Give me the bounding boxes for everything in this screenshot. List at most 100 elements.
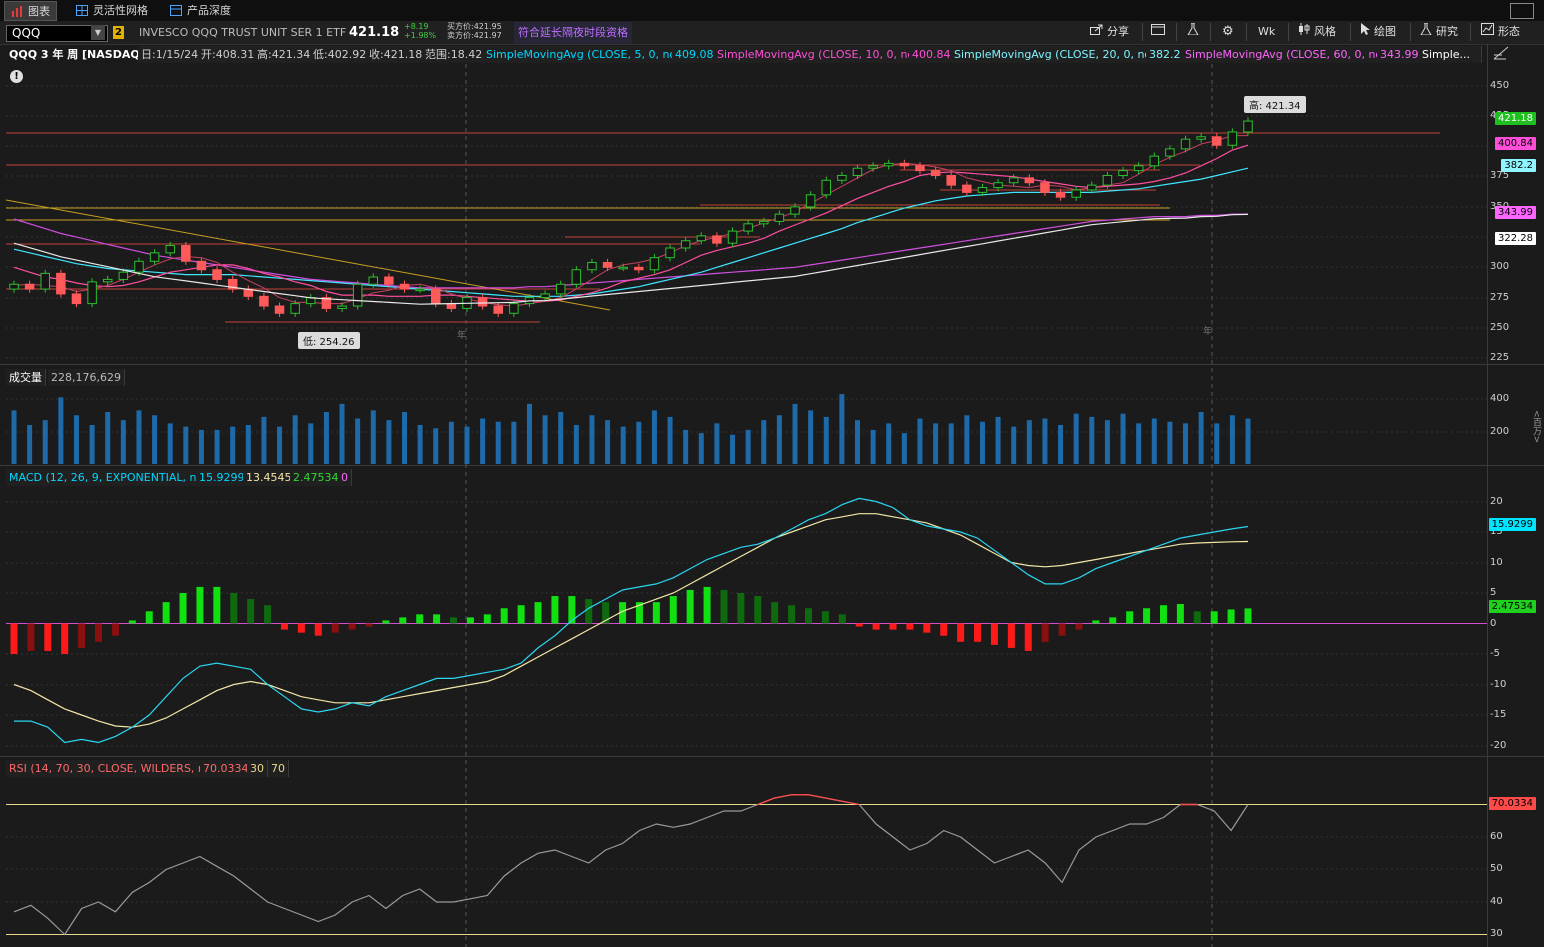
volume-bar	[58, 397, 64, 464]
volume-bar	[1089, 416, 1095, 464]
macd-histogram-bar	[771, 602, 779, 624]
candle-body	[134, 260, 144, 273]
volume-bar	[979, 421, 985, 464]
candle-body	[1212, 136, 1222, 146]
volume-bar	[417, 425, 423, 464]
macd-histogram-bar	[1193, 611, 1201, 624]
volume-bar	[1026, 420, 1032, 464]
candle-body	[962, 184, 972, 193]
rsi-axis-label: 60	[1490, 831, 1503, 842]
macd-histogram-bar	[247, 599, 255, 624]
macd-histogram-bar	[95, 623, 103, 642]
macd-histogram-bar	[162, 602, 170, 624]
macd-histogram-bar	[196, 586, 204, 624]
volume-bar	[839, 394, 845, 464]
macd-histogram-bar	[1126, 611, 1134, 624]
macd-histogram-bar	[788, 605, 796, 624]
candle-body	[9, 283, 19, 290]
volume-bar	[105, 412, 111, 464]
tag-value: 382.2	[1504, 160, 1533, 171]
price-axis-label: 450	[1490, 80, 1510, 91]
candle-body	[977, 187, 988, 193]
volume-bar	[886, 423, 892, 464]
rsi-oversold: 30	[247, 760, 268, 777]
sma20-tag: 382.2	[1501, 159, 1536, 172]
candle-body	[352, 283, 363, 307]
last-price-tag: 421.18	[1495, 112, 1536, 125]
candle-body	[680, 240, 691, 249]
candle-body	[571, 269, 582, 285]
volume-bar	[464, 426, 470, 464]
volume-bar	[1058, 425, 1064, 464]
rsi-overbought-segment	[808, 794, 826, 799]
macd-axis-label: -20	[1490, 740, 1507, 751]
macd-histogram-bar	[213, 586, 221, 624]
macd-histogram-bar	[416, 614, 424, 624]
macd-histogram-bar	[754, 596, 762, 624]
volume-bar	[823, 416, 829, 464]
candle-body	[1071, 189, 1081, 198]
macd-axis-label: 5	[1490, 587, 1497, 598]
volume-bar	[542, 415, 548, 464]
macd-histogram-bar	[483, 614, 491, 624]
candle-body	[337, 305, 347, 309]
volume-bar	[636, 421, 642, 464]
price-axis-label: 250	[1490, 322, 1510, 333]
macd-histogram-bar	[1143, 608, 1151, 624]
macd-axis-label: 0	[1490, 618, 1497, 629]
volume-bar	[667, 416, 673, 464]
macd-axis-label: -15	[1490, 709, 1507, 720]
candle-body	[868, 165, 878, 169]
candle-body	[1024, 177, 1035, 184]
candle-body	[1040, 182, 1050, 193]
volume-bar	[230, 426, 236, 464]
macd-histogram-bar	[314, 623, 322, 636]
sma10-tag: 400.84	[1495, 137, 1536, 150]
candle-body	[212, 269, 222, 280]
macd-histogram-bar	[297, 623, 305, 633]
candle-body	[649, 257, 660, 271]
candle-body	[665, 247, 675, 259]
macd-avg-value: 13.4545	[243, 469, 296, 486]
volume-bar	[11, 410, 17, 464]
rsi-axis-label: 50	[1490, 863, 1503, 874]
rsi-axis-label: 30	[1490, 928, 1503, 939]
candle-body	[540, 293, 550, 299]
macd-histogram-bar	[889, 623, 897, 630]
candle-body	[384, 276, 394, 285]
macd-histogram-bar	[957, 623, 965, 642]
volume-bar	[495, 421, 501, 464]
sma-extra-tag: 322.28	[1495, 232, 1536, 245]
candle-body	[40, 272, 50, 290]
candle-body	[915, 165, 925, 172]
volume-bar	[854, 420, 860, 464]
macd-histogram-bar	[855, 623, 863, 627]
macd-histogram-bar	[382, 620, 390, 624]
macd-histogram-bar	[821, 611, 829, 624]
tag-value: 421.18	[1498, 113, 1533, 124]
rsi-overbought-segment	[825, 797, 843, 802]
tag-value: 322.28	[1498, 233, 1533, 244]
candle-body	[1196, 136, 1206, 140]
volume-bar	[698, 433, 704, 464]
candle-body	[102, 278, 113, 283]
candle-body	[24, 283, 35, 290]
macd-histogram-bar	[27, 623, 35, 651]
macd-histogram-bar	[230, 593, 238, 624]
candle-body	[259, 295, 269, 307]
volume-value: 228,176,629	[48, 369, 125, 386]
candle-body	[368, 276, 379, 285]
volume-label[interactable]: 成交量	[6, 369, 46, 386]
rsi-axis-label: 40	[1490, 896, 1503, 907]
macd-histogram-bar	[348, 623, 356, 630]
volume-bar	[651, 410, 657, 464]
candle-body	[493, 305, 503, 314]
candle-body	[696, 235, 707, 242]
rsi-label[interactable]: RSI (14, 70, 30, CLOSE, WILDERS, no)	[6, 760, 220, 777]
candle-body	[274, 305, 285, 314]
volume-bar	[355, 418, 361, 464]
macd-diff-tag: 2.47534	[1488, 600, 1536, 613]
candle-body	[821, 179, 831, 196]
macd-label[interactable]: MACD (12, 26, 9, EXPONENTIAL, no)	[6, 469, 212, 486]
candle-body	[837, 174, 847, 181]
